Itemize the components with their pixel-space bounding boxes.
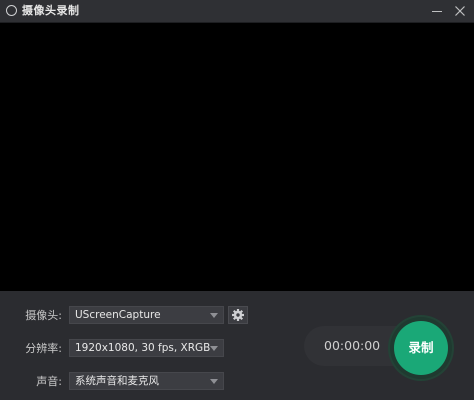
camera-select-value: UScreenCapture [75,309,161,321]
close-button[interactable] [451,2,469,20]
close-icon [455,6,465,16]
title-bar[interactable]: 摄像头录制 [0,0,474,23]
dropdown-caret-icon [210,346,218,351]
audio-label: 声音: [36,375,62,388]
resolution-select[interactable]: 1920x1080, 30 fps, XRGB [69,339,224,357]
camera-recorder-window: 摄像头录制 摄像头: UScreenCapture 分辨率: 1920x1080… [0,0,474,400]
gear-icon [232,309,244,321]
resolution-select-value: 1920x1080, 30 fps, XRGB [75,342,211,354]
camera-preview [0,23,474,291]
camera-label: 摄像头: [25,309,62,322]
app-ring-icon [6,5,17,16]
dropdown-caret-icon [210,379,218,384]
window-title: 摄像头录制 [22,4,80,17]
audio-select[interactable]: 系统声音和麦克风 [69,372,224,390]
resolution-label: 分辨率: [25,342,62,355]
camera-select[interactable]: UScreenCapture [69,306,224,324]
recording-timer: 00:00:00 [324,338,381,353]
camera-settings-button[interactable] [228,306,248,324]
dropdown-caret-icon [210,313,218,318]
control-panel: 摄像头: UScreenCapture 分辨率: 1920x1080, 30 f… [0,291,474,400]
record-button[interactable]: 录制 [394,321,448,375]
audio-select-value: 系统声音和麦克风 [75,375,159,387]
minimize-button[interactable] [428,2,446,20]
